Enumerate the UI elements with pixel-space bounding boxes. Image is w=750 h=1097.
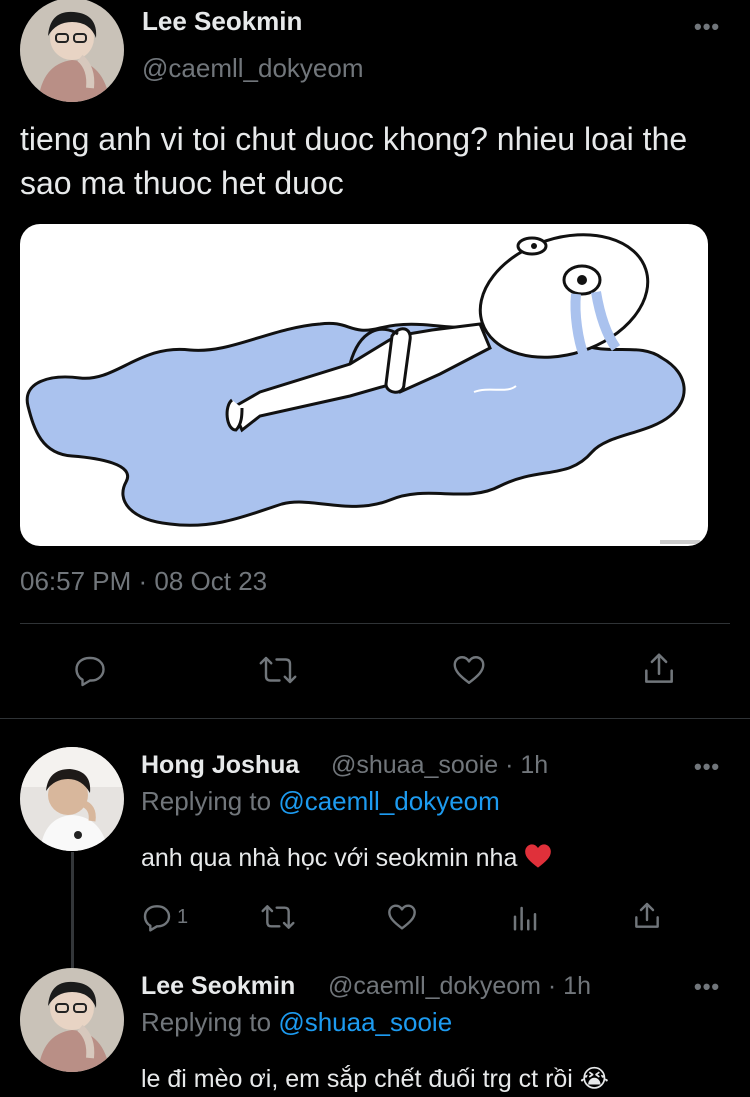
tweet-text: tieng anh vi toi chut duoc khong? nhieu … <box>20 121 688 201</box>
replying-to-handle[interactable]: @caemll_dokyeom <box>278 786 499 816</box>
reply-1-text: anh qua nhà học với seokmin nha <box>141 844 518 872</box>
more-horizontal-icon[interactable]: ••• <box>694 16 720 38</box>
reply-1-retweet-button[interactable] <box>260 901 296 933</box>
crying-puddle-meme-image <box>25 233 700 544</box>
reply-1-text-row: anh qua nhà học với seokmin nha <box>141 843 552 873</box>
analytics-icon <box>513 906 537 931</box>
reply-1-views-button[interactable] <box>510 903 540 933</box>
share-icon <box>635 902 659 928</box>
reply-1-share-button[interactable] <box>631 900 663 932</box>
share-button[interactable] <box>640 650 678 688</box>
author-avatar[interactable] <box>20 0 124 102</box>
reply-icon <box>75 656 105 687</box>
more-horizontal-icon[interactable]: ••• <box>694 756 720 778</box>
reply-icon <box>143 905 171 932</box>
reply-2-avatar[interactable] <box>20 968 124 1072</box>
tweet-image[interactable] <box>20 224 708 546</box>
reply-1-author-name[interactable]: Hong Joshua <box>141 751 299 780</box>
replying-to-handle[interactable]: @shuaa_sooie <box>278 1007 452 1037</box>
divider <box>0 718 750 719</box>
thread-connector-line <box>71 852 74 970</box>
like-button[interactable] <box>450 652 488 688</box>
red-heart-emoji-icon <box>525 844 552 868</box>
reply-button[interactable] <box>72 652 108 688</box>
retweet-icon <box>259 656 297 684</box>
heart-icon <box>453 656 485 684</box>
reply-1-handle-time[interactable]: @shuaa_sooie · 1h <box>331 751 548 780</box>
author-name[interactable]: Lee Seokmin <box>142 6 302 37</box>
replying-to-label: Replying to <box>141 1007 279 1037</box>
retweet-button[interactable] <box>258 652 298 688</box>
retweet-icon <box>261 905 295 929</box>
reply-1-like-button[interactable] <box>385 901 419 933</box>
divider <box>20 623 730 624</box>
reply-2-author-name[interactable]: Lee Seokmin <box>141 972 295 1001</box>
replying-to: Replying to @caemll_dokyeom <box>141 786 500 817</box>
replying-to: Replying to @shuaa_sooie <box>141 1007 452 1038</box>
share-icon <box>645 653 673 683</box>
reply-2-handle-time[interactable]: @caemll_dokyeom · 1h <box>328 972 591 1001</box>
reply-count: 1 <box>177 905 189 928</box>
more-horizontal-icon[interactable]: ••• <box>694 976 720 998</box>
heart-icon <box>388 904 416 930</box>
reply-2-text: le đi mèo ơi, em sắp chết đuối trg ct rồ… <box>141 1065 610 1093</box>
replying-to-label: Replying to <box>141 786 279 816</box>
author-handle[interactable]: @caemll_dokyeom <box>142 53 363 84</box>
reply-1-reply-button[interactable]: 1 <box>141 901 188 933</box>
reply-1-avatar[interactable] <box>20 747 124 851</box>
tweet-timestamp[interactable]: 06:57 PM · 08 Oct 23 <box>20 566 267 597</box>
